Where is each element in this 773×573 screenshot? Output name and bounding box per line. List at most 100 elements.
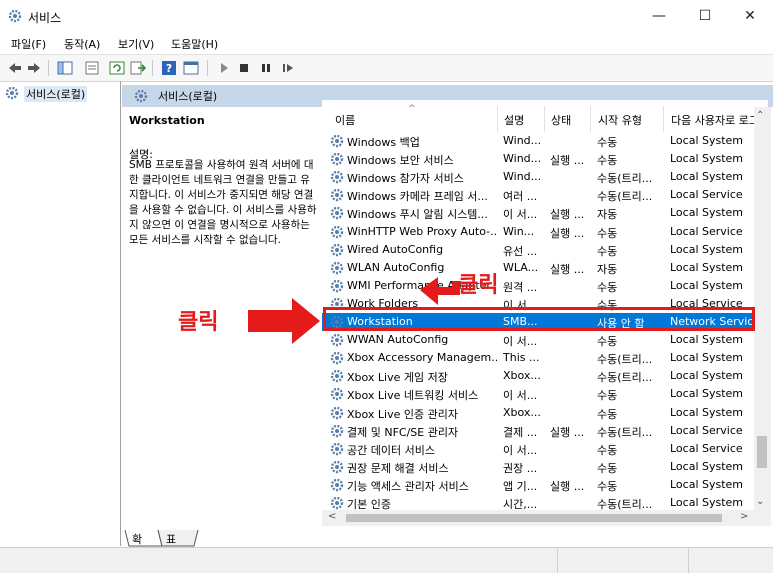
menu-view[interactable]: 보기(V) <box>118 36 154 52</box>
sort-up-icon: ^ <box>408 104 416 114</box>
cell-log-on-as: Local System <box>670 260 744 274</box>
cell-startup-type: 수동 <box>597 443 618 457</box>
maximize-button[interactable]: ☐ <box>682 0 728 32</box>
cell-startup-type: 수동 <box>597 461 618 475</box>
cell-name: 기능 액세스 관리자 서비스 <box>347 479 469 493</box>
cell-log-on-as: Local Service <box>670 441 743 455</box>
horizontal-scroll-thumb[interactable] <box>346 514 722 522</box>
cell-startup-type: 수동 <box>597 136 618 149</box>
table-row[interactable]: WLAN AutoConfig WLA... 실행 ... 자동 Local Syste… <box>322 259 768 277</box>
properties-icon[interactable] <box>84 60 100 76</box>
cell-log-on-as: Local System <box>670 369 744 383</box>
pause-service-icon[interactable] <box>258 60 274 76</box>
cell-status: 실행 ... <box>550 154 585 168</box>
close-button[interactable]: ✕ <box>727 0 773 32</box>
table-row[interactable]: Windows 푸시 알림 시스템... 이 서... 실행 ... 자동 Local … <box>322 204 768 222</box>
cell-log-on-as: Local Service <box>670 224 743 238</box>
cell-log-on-as: Local System <box>670 278 744 292</box>
cell-startup-type: 수동 <box>597 244 618 258</box>
service-gear-icon <box>330 460 344 474</box>
cell-startup-type: 수동 <box>597 479 618 493</box>
back-arrow-icon[interactable] <box>7 60 23 76</box>
column-header-startup-type[interactable]: 시작 유형 <box>598 112 642 128</box>
table-row[interactable]: 공간 데이터 서비스 이 서... 수동 Local Service <box>322 440 768 458</box>
service-gear-icon <box>330 243 344 257</box>
column-header-status[interactable]: 상태 <box>551 112 571 128</box>
service-gear-icon <box>330 188 344 202</box>
selected-service-title: Workstation <box>129 114 205 127</box>
cell-name: Windows 카메라 프레임 서... <box>347 190 488 204</box>
service-gear-icon <box>330 478 344 492</box>
red-arrow-right-icon <box>248 298 320 344</box>
highlight-box <box>323 307 755 331</box>
service-gear-icon <box>330 170 344 184</box>
column-header-log-on-as[interactable]: 다음 사용자로 로그온 <box>671 112 759 128</box>
table-row[interactable]: WMI Performance Adapter 원격 ... 수동 Local Sys… <box>322 277 768 295</box>
scroll-left-icon[interactable]: < <box>328 511 336 522</box>
cell-startup-type: 수동 <box>597 407 618 421</box>
cell-startup-type: 자동 <box>597 262 618 276</box>
service-gear-icon <box>330 387 344 401</box>
table-row[interactable]: Wired AutoConfig 유선 ... 수동 Local System <box>322 241 768 259</box>
table-row[interactable]: Windows 보안 서비스 Wind... 실행 ... 수동 Local Syste… <box>322 150 768 168</box>
table-row[interactable]: Xbox Live 게임 저장 Xbox... 수동(트리... Local Syst… <box>322 367 768 385</box>
export-list-icon[interactable] <box>130 60 147 76</box>
console-tree-icon[interactable] <box>57 60 73 76</box>
table-row[interactable]: Windows 참가자 서비스 Wind... 수동(트리... Local Syst… <box>322 168 768 186</box>
cell-log-on-as: Local Service <box>670 423 743 437</box>
cell-name: Windows 보안 서비스 <box>347 154 454 168</box>
cell-startup-type: 수동(트리... <box>597 425 653 439</box>
scroll-down-icon[interactable]: ⌄ <box>756 496 764 507</box>
cell-log-on-as: Local System <box>670 387 744 401</box>
cell-log-on-as: Local System <box>670 333 744 347</box>
cell-description: WLA... <box>503 260 539 274</box>
cell-startup-type: 수동(트리... <box>597 190 653 204</box>
cell-description: Wind... <box>503 170 542 184</box>
table-row[interactable]: Xbox Live 인증 관리자 Xbox... 수동 Local System <box>322 404 768 422</box>
restart-service-icon[interactable] <box>280 60 296 76</box>
menu-help[interactable]: 도움말(H) <box>171 36 218 52</box>
column-header-name[interactable]: 이름 <box>335 112 355 128</box>
cell-name: WWAN AutoConfig <box>347 333 449 347</box>
cell-name: 결제 및 NFC/SE 관리자 <box>347 425 459 439</box>
cell-log-on-as: Local System <box>670 351 744 365</box>
refresh-icon[interactable] <box>109 60 125 76</box>
forward-arrow-icon[interactable] <box>26 60 42 76</box>
scroll-up-icon[interactable]: ⌃ <box>756 110 764 121</box>
stop-service-icon[interactable] <box>236 60 252 76</box>
table-row[interactable]: 기능 액세스 관리자 서비스 앱 기... 실행 ... 수동 Local System <box>322 476 768 494</box>
table-row[interactable]: Xbox Live 네트워킹 서비스 이 서... 수동 Local System <box>322 385 768 403</box>
minimize-button[interactable]: — <box>636 0 682 32</box>
cell-description: 이 서... <box>503 389 538 403</box>
table-row[interactable]: WWAN AutoConfig 이 서... 수동 Local System <box>322 331 768 349</box>
scroll-right-icon[interactable]: > <box>740 511 748 522</box>
cell-startup-type: 자동 <box>597 208 618 222</box>
service-gear-icon <box>330 424 344 438</box>
service-gear-icon <box>330 351 344 365</box>
table-row[interactable]: Windows 백업 Wind... 수동 Local System <box>322 132 768 150</box>
cell-status: 실행 ... <box>550 208 585 222</box>
help-icon[interactable]: ? <box>161 60 177 76</box>
table-row[interactable]: 권장 문제 해결 서비스 권장 ... 수동 Local System <box>322 458 768 476</box>
services-gear-icon <box>8 9 22 23</box>
click-annotation-left: 클릭 <box>178 310 219 335</box>
cell-description: 권장 ... <box>503 461 538 475</box>
table-row[interactable]: WinHTTP Web Proxy Auto-... Win... 실행 ... 수동… <box>322 223 768 241</box>
cell-log-on-as: Local System <box>670 134 744 147</box>
table-row[interactable]: 결제 및 NFC/SE 관리자 결제 ... 실행 ... 수동(트리... Local… <box>322 422 768 440</box>
column-header-description[interactable]: 설명 <box>504 112 524 128</box>
cell-description: Xbox... <box>503 405 541 419</box>
menu-file[interactable]: 파일(F) <box>11 36 46 52</box>
vertical-scroll-thumb[interactable] <box>757 436 767 468</box>
toolbar: ? <box>0 54 773 82</box>
cell-name: Xbox Live 게임 저장 <box>347 371 448 385</box>
service-gear-icon <box>330 206 344 220</box>
cell-startup-type: 수동 <box>597 154 618 168</box>
menu-action[interactable]: 동작(A) <box>64 36 100 52</box>
table-row[interactable]: Xbox Accessory Managem... This ... 수동(트리..… <box>322 349 768 367</box>
cell-description: 이 서... <box>503 208 538 222</box>
table-row[interactable]: Windows 카메라 프레임 서... 여러 ... 수동(트리... Local … <box>322 186 768 204</box>
cell-description: Xbox... <box>503 369 541 383</box>
show-hide-action-pane-icon[interactable] <box>183 60 199 76</box>
start-service-icon[interactable] <box>216 60 232 76</box>
